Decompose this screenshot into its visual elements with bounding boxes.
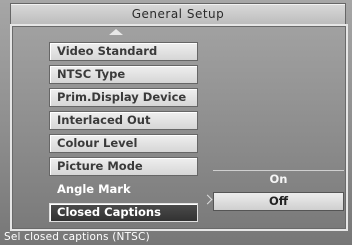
menu-item-ntsc-type[interactable]: NTSC Type — [49, 65, 198, 84]
setup-menu: Video Standard NTSC Type Prim.Display De… — [49, 42, 198, 226]
menu-item-label: Colour Level — [57, 136, 138, 150]
option-on[interactable]: On — [213, 170, 344, 188]
menu-item-video-standard[interactable]: Video Standard — [49, 42, 198, 61]
menu-item-label: Angle Mark — [57, 182, 131, 196]
status-text: Sel closed captions (NTSC) — [4, 231, 150, 243]
menu-item-colour-level[interactable]: Colour Level — [49, 134, 198, 153]
menu-item-label: Prim.Display Device — [57, 90, 187, 104]
menu-item-label: Video Standard — [57, 44, 158, 58]
scroll-up-icon[interactable] — [109, 29, 123, 35]
menu-item-closed-captions[interactable]: Closed Captions — [49, 203, 198, 222]
menu-item-interlaced-out[interactable]: Interlaced Out — [49, 111, 198, 130]
page-title-text: General Setup — [131, 7, 225, 21]
osd-screen: General Setup Video Standard NTSC Type P… — [0, 0, 352, 245]
status-bar: Sel closed captions (NTSC) — [0, 229, 352, 245]
option-off[interactable]: Off — [213, 192, 344, 211]
menu-item-label: Picture Mode — [57, 159, 143, 173]
menu-item-picture-mode[interactable]: Picture Mode — [49, 157, 198, 176]
menu-item-label: NTSC Type — [57, 67, 126, 81]
menu-item-label: Interlaced Out — [57, 113, 151, 127]
menu-item-prim-display-device[interactable]: Prim.Display Device — [49, 88, 198, 107]
closed-captions-options: On Off — [213, 170, 344, 215]
menu-item-angle-mark[interactable]: Angle Mark — [49, 180, 198, 199]
page-title: General Setup — [10, 3, 346, 25]
option-label: Off — [268, 194, 289, 208]
menu-item-label: Closed Captions — [57, 205, 161, 219]
option-label: On — [269, 172, 288, 186]
